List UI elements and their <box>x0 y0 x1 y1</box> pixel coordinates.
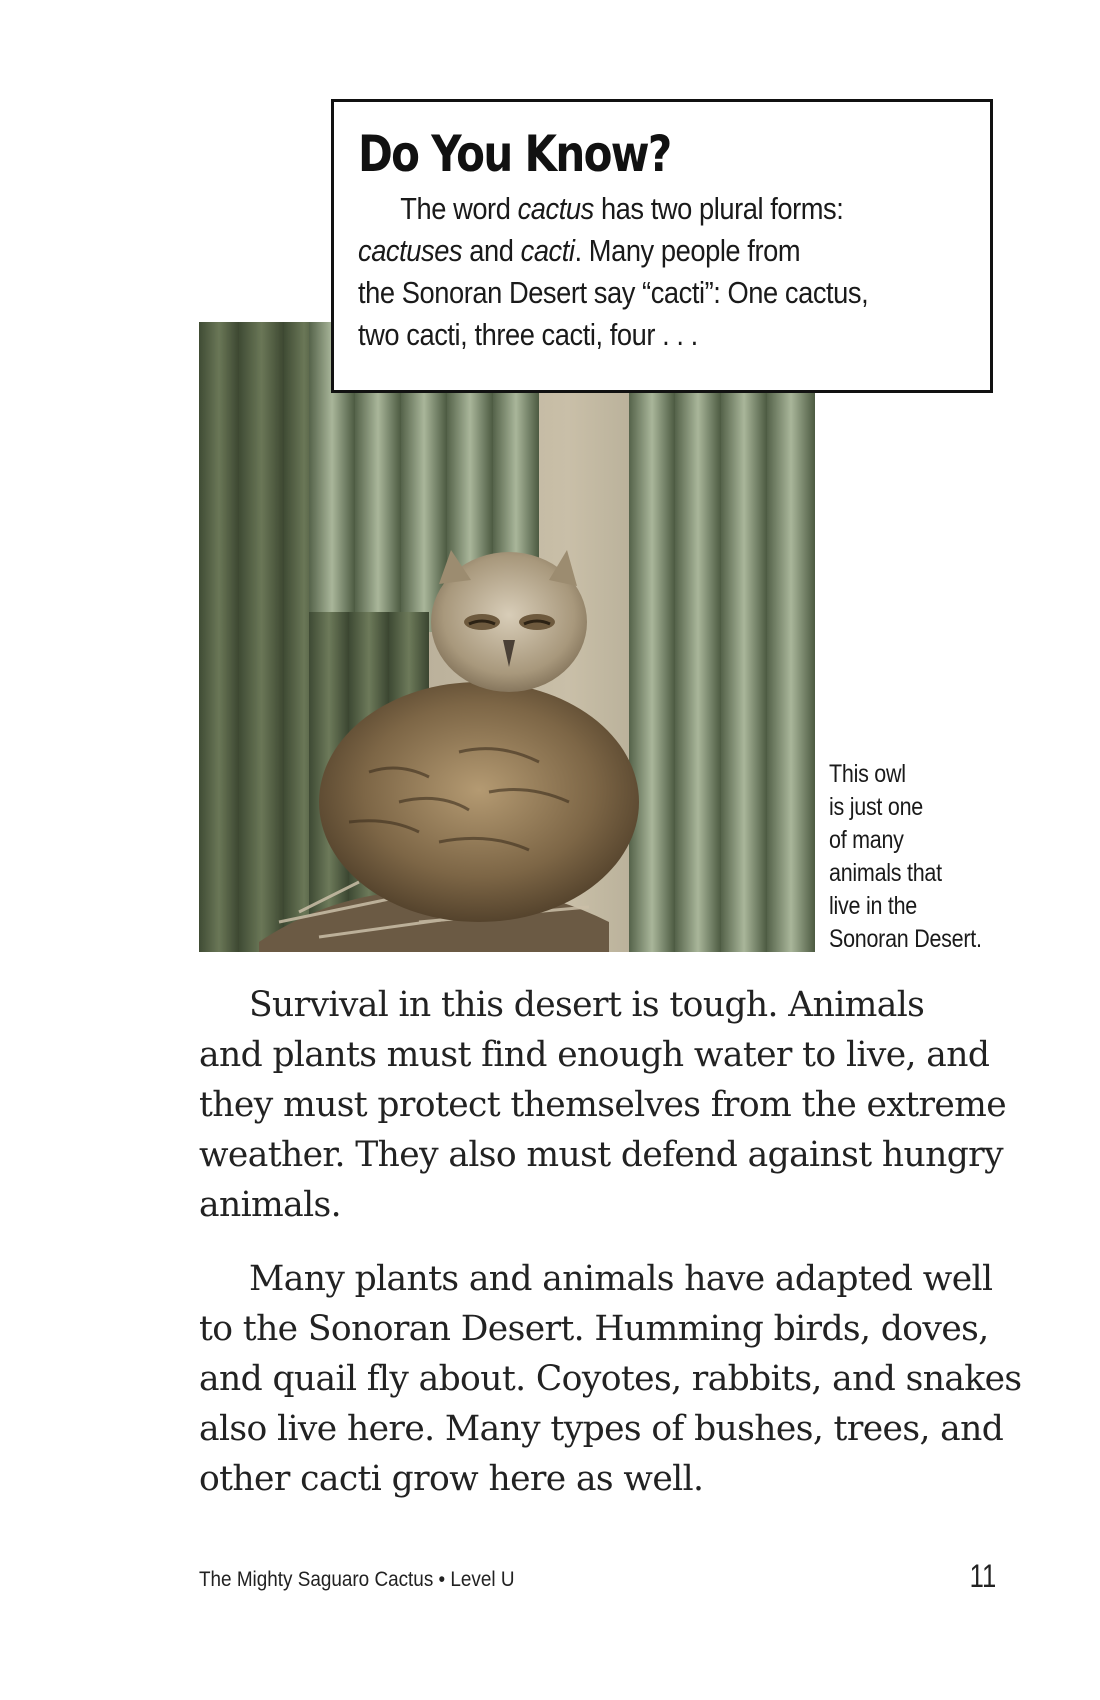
page-number: 11 <box>969 1558 996 1594</box>
caption-line: is just one <box>829 793 923 821</box>
sidebar-line-2-em2: cacti <box>520 233 575 268</box>
sidebar-line-1-post: has two plural forms: <box>593 191 844 226</box>
page: Do You Know? The word cactus has two plu… <box>0 0 1100 1700</box>
sidebar-line-1-em: cactus <box>517 191 595 226</box>
sidebar-line-1-pre: The word <box>400 191 518 226</box>
owl-photo <box>199 322 815 952</box>
sidebar-line-2-em1: cactuses <box>358 233 463 268</box>
paragraph-1: Survival in this desert is tough. Animal… <box>199 980 1007 1230</box>
owl-cactus-illustration <box>199 322 815 952</box>
caption-line: of many <box>829 826 904 854</box>
do-you-know-sidebar: Do You Know? The word cactus has two plu… <box>331 99 993 393</box>
sidebar-line-2-post: . Many people from <box>574 233 801 268</box>
paragraph-line: weather. They also must defend against h… <box>199 1135 1004 1175</box>
footer-book-title: The Mighty Saguaro Cactus • Level U <box>199 1568 515 1591</box>
paragraph-line: to the Sonoran Desert. Humming birds, do… <box>199 1309 989 1349</box>
caption-line: Sonoran Desert. <box>829 925 982 953</box>
paragraph-line: they must protect themselves from the ex… <box>199 1085 1007 1125</box>
paragraph-line: and plants must find enough water to liv… <box>199 1035 990 1075</box>
photo-caption: This owl is just one of many animals tha… <box>829 758 1001 956</box>
caption-line: animals that <box>829 859 942 887</box>
sidebar-line-1: The word cactus has two plural forms: <box>358 188 992 230</box>
caption-line: This owl <box>829 760 906 788</box>
caption-line: live in the <box>829 892 918 920</box>
sidebar-text: The word cactus has two plural forms: ca… <box>358 188 992 356</box>
paragraph-line: Many plants and animals have adapted wel… <box>249 1259 993 1299</box>
paragraph-line: also live here. Many types of bushes, tr… <box>199 1409 1004 1449</box>
sidebar-line-4: two cacti, three cacti, four . . . <box>358 317 698 352</box>
sidebar-line-2-mid: and <box>462 233 521 268</box>
paragraph-line: and quail fly about. Coyotes, rabbits, a… <box>199 1359 1022 1399</box>
body-text: Survival in this desert is tough. Animal… <box>199 980 1022 1528</box>
paragraph-line: Survival in this desert is tough. Animal… <box>249 985 925 1025</box>
sidebar-line-3: the Sonoran Desert say “cacti”: One cact… <box>358 275 869 310</box>
sidebar-line-2: cactuses and cacti. Many people from <box>358 230 992 272</box>
sidebar-title: Do You Know? <box>358 125 672 183</box>
paragraph-line: animals. <box>199 1185 342 1225</box>
paragraph-2: Many plants and animals have adapted wel… <box>199 1254 1022 1504</box>
paragraph-line: other cacti grow here as well. <box>199 1459 704 1499</box>
